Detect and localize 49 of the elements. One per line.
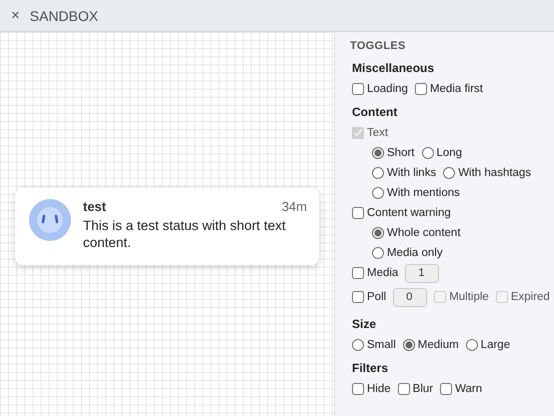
- checkbox-label[interactable]: Blur: [412, 383, 434, 395]
- panel-title: TOGGLES: [350, 40, 407, 52]
- radio-label[interactable]: Long: [436, 147, 462, 159]
- section-title: Size: [352, 317, 378, 331]
- checkbox-label[interactable]: Content warning: [367, 207, 451, 219]
- radio-label[interactable]: With mentions: [387, 187, 460, 199]
- author-name: test: [83, 199, 106, 214]
- close-button[interactable]: ×: [11, 7, 20, 24]
- radio-button[interactable]: [422, 147, 434, 159]
- checkbox[interactable]: [352, 207, 364, 219]
- header-title: SANDBOX: [30, 8, 98, 24]
- number-field[interactable]: 0: [393, 288, 428, 306]
- radio-button[interactable]: [372, 167, 384, 179]
- radio-button[interactable]: [372, 187, 384, 199]
- radio-button[interactable]: [352, 339, 364, 351]
- radio-label[interactable]: With hashtags: [458, 167, 532, 179]
- radio-button[interactable]: [443, 167, 456, 179]
- checkbox-label[interactable]: Media first: [430, 83, 483, 95]
- checkbox[interactable]: [352, 83, 364, 95]
- radio-label[interactable]: Medium: [418, 339, 459, 351]
- checkbox[interactable]: [398, 383, 410, 395]
- radio-button[interactable]: [466, 339, 478, 351]
- radio-label[interactable]: Media only: [387, 247, 443, 259]
- radio-label[interactable]: Short: [387, 147, 414, 159]
- avatar-icon: [29, 199, 71, 241]
- section-title: Filters: [352, 361, 390, 375]
- number-field[interactable]: 1: [405, 264, 440, 282]
- radio-label[interactable]: Small: [367, 339, 396, 351]
- radio-button[interactable]: [372, 147, 384, 159]
- status-text: This is a test status with short text content.: [83, 217, 287, 251]
- section-title: Content: [352, 105, 398, 119]
- checkbox-label[interactable]: Hide: [367, 383, 391, 395]
- radio-button[interactable]: [372, 247, 384, 259]
- checkbox[interactable]: [440, 383, 452, 395]
- checkbox[interactable]: [414, 83, 427, 95]
- radio-label[interactable]: With links: [387, 167, 436, 179]
- checkbox-label[interactable]: Poll: [367, 291, 386, 303]
- checkbox-label[interactable]: Warn: [455, 383, 482, 395]
- checkbox[interactable]: [352, 291, 364, 303]
- radio-label[interactable]: Large: [480, 339, 510, 351]
- radio-button[interactable]: [402, 339, 415, 351]
- checkbox-label[interactable]: Media: [367, 267, 398, 279]
- checkbox-label[interactable]: Loading: [367, 83, 408, 95]
- radio-button[interactable]: [372, 227, 384, 239]
- section-title: Miscellaneous: [352, 61, 436, 75]
- checkbox[interactable]: [352, 267, 364, 279]
- radio-label[interactable]: Whole content: [387, 227, 461, 239]
- timestamp: 34m: [282, 199, 307, 214]
- checkbox[interactable]: [352, 383, 364, 395]
